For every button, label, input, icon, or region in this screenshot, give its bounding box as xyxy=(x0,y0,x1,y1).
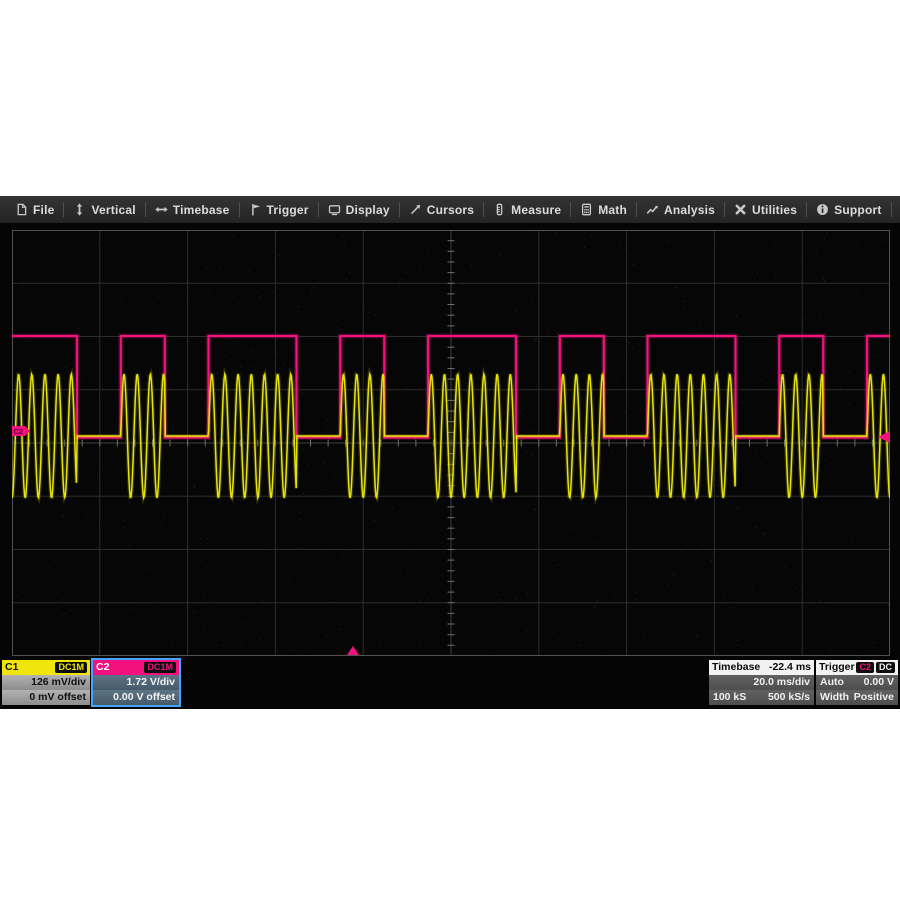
menu-item-label: Vertical xyxy=(91,203,135,217)
wrench-cross-icon xyxy=(734,203,747,216)
trigger-descriptor-box[interactable]: Trigger C2 DC Auto 0.00 V Width Positive xyxy=(816,660,898,705)
menu-item-measure[interactable]: Measure xyxy=(484,196,570,223)
channel-1-descriptor-box[interactable]: C1 DC1M 126 mV/div 0 mV offset xyxy=(2,660,90,705)
calculator-icon xyxy=(580,203,593,216)
channel-2-coupling-badge: DC1M xyxy=(144,662,176,673)
cursor-arrow-icon xyxy=(409,203,422,216)
trigger-type-row: Width Positive xyxy=(816,690,898,705)
menu-item-trigger[interactable]: Trigger xyxy=(240,196,318,223)
channel-2-descriptor-box[interactable]: C2 DC1M 1.72 V/div 0.00 V offset xyxy=(91,658,181,707)
flag-icon xyxy=(249,203,262,216)
menu-item-label: Cursors xyxy=(427,203,474,217)
page-background: File Vertical Timebase Trigger Display Cursor… xyxy=(0,0,900,900)
trigger-level: 0.00 V xyxy=(864,675,894,690)
trigger-mode: Auto xyxy=(820,675,844,690)
descriptor-row: C1 DC1M 126 mV/div 0 mV offset C2 DC1M 1… xyxy=(0,657,900,709)
trigger-slope: Positive xyxy=(854,690,894,705)
timebase-sample-rate: 500 kS/s xyxy=(768,690,810,705)
menu-item-label: Support xyxy=(834,203,881,217)
channel-2-offset: 0.00 V offset xyxy=(93,690,179,705)
menu-item-label: File xyxy=(33,203,54,217)
menu-item-label: Math xyxy=(598,203,627,217)
menu-item-timebase[interactable]: Timebase xyxy=(146,196,239,223)
timebase-samples: 100 kS xyxy=(713,690,746,705)
menu-item-display[interactable]: Display xyxy=(319,196,399,223)
waveform-display[interactable]: C2 xyxy=(12,230,890,656)
horizontal-arrows-icon xyxy=(155,203,168,216)
menu-item-label: Timebase xyxy=(173,203,230,217)
trigger-coupling-badge: DC xyxy=(876,662,895,673)
oscilloscope-app: File Vertical Timebase Trigger Display Cursor… xyxy=(0,196,900,709)
channel-1-scale: 126 mV/div xyxy=(2,675,90,690)
monitor-icon xyxy=(328,203,341,216)
timebase-delay: -22.4 ms xyxy=(769,660,811,675)
menu-item-label: Trigger xyxy=(267,203,309,217)
timebase-scale: 20.0 ms/div xyxy=(709,675,814,690)
trigger-label: Trigger xyxy=(819,660,855,675)
timebase-descriptor-box[interactable]: Timebase -22.4 ms 20.0 ms/div 100 kS 500… xyxy=(709,660,814,705)
menu-item-file[interactable]: File xyxy=(6,196,63,223)
channel-1-coupling-badge: DC1M xyxy=(55,662,87,673)
svg-text:C2: C2 xyxy=(14,427,24,436)
menu-divider xyxy=(891,202,892,217)
trigger-type: Width xyxy=(820,690,849,705)
menu-item-utilities[interactable]: Utilities xyxy=(725,196,806,223)
menu-item-label: Utilities xyxy=(752,203,797,217)
channel-2-header: C2 DC1M xyxy=(93,660,179,675)
graticule xyxy=(12,230,890,656)
ruler-icon xyxy=(493,203,506,216)
trigger-mode-row: Auto 0.00 V xyxy=(816,675,898,690)
menu-item-analysis[interactable]: Analysis xyxy=(637,196,724,223)
timebase-header: Timebase -22.4 ms xyxy=(709,660,814,675)
menu-bar: File Vertical Timebase Trigger Display Cursor… xyxy=(0,196,900,223)
info-circle-icon xyxy=(816,203,829,216)
channel-2-name: C2 xyxy=(96,660,109,675)
channel-1-offset: 0 mV offset xyxy=(2,690,90,705)
channel-2-scale: 1.72 V/div xyxy=(93,675,179,690)
trigger-position-marker xyxy=(347,646,359,655)
menu-item-label: Measure xyxy=(511,203,561,217)
timebase-label: Timebase xyxy=(712,660,760,675)
channel-1-name: C1 xyxy=(5,660,18,675)
channel-1-header: C1 DC1M xyxy=(2,660,90,675)
menu-item-math[interactable]: Math xyxy=(571,196,636,223)
menu-item-label: Display xyxy=(346,203,390,217)
vertical-arrows-icon xyxy=(73,203,86,216)
menu-item-support[interactable]: Support xyxy=(807,196,890,223)
menu-item-vertical[interactable]: Vertical xyxy=(64,196,144,223)
menu-item-label: Analysis xyxy=(664,203,715,217)
file-icon xyxy=(15,203,28,216)
trigger-header: Trigger C2 DC xyxy=(816,660,898,675)
trigger-source-badge: C2 xyxy=(856,662,874,673)
timebase-sampling-row: 100 kS 500 kS/s xyxy=(709,690,814,705)
chart-line-icon xyxy=(646,203,659,216)
trigger-badges: C2 DC xyxy=(856,662,895,673)
menu-item-cursors[interactable]: Cursors xyxy=(400,196,483,223)
